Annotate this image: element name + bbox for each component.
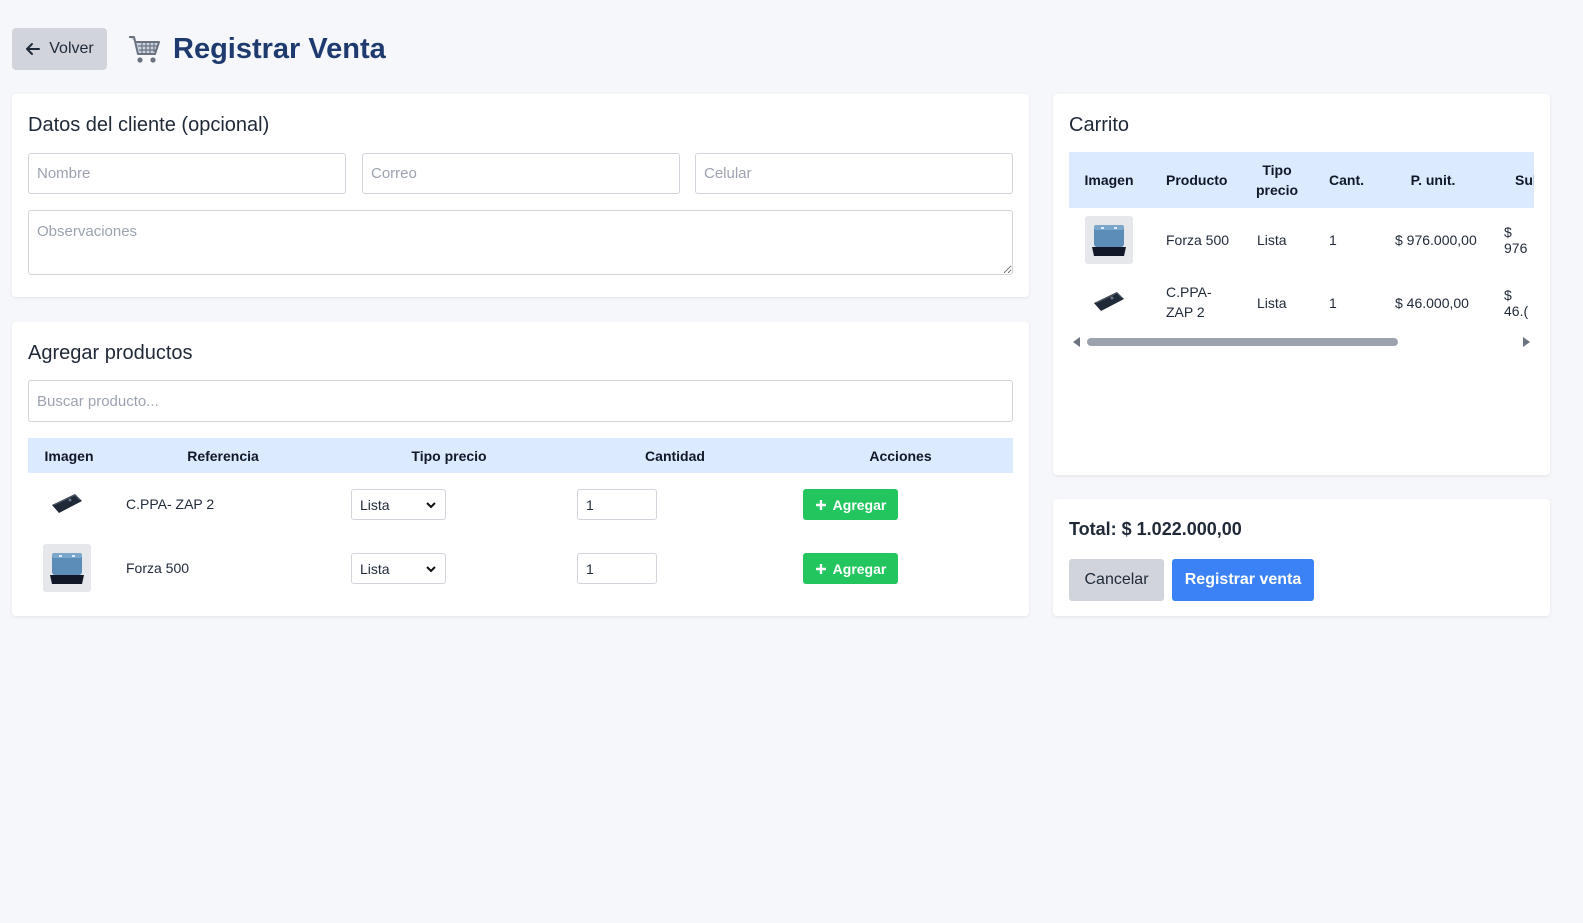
gate-motor-icon <box>50 553 84 584</box>
cart-product: C.PPA- ZAP 2 <box>1166 284 1212 320</box>
remote-control-icon <box>52 494 82 513</box>
client-card: Datos del cliente (opcional) <box>12 94 1029 297</box>
plus-icon <box>815 499 826 510</box>
price-type-select[interactable]: Lista <box>351 553 446 584</box>
page-header: Volver Registrar Venta <box>12 28 386 70</box>
column-header: Cant. <box>1329 172 1364 188</box>
cart-unit-price: $ 976.000,00 <box>1395 232 1477 248</box>
cart-qty: 1 <box>1329 295 1337 311</box>
column-header: Cantidad <box>645 447 705 464</box>
chevron-down-icon <box>426 565 436 572</box>
add-button-label: Agregar <box>832 496 887 513</box>
cart-image-remote <box>1085 278 1133 326</box>
cart-subtotal: $ 976 <box>1504 224 1528 256</box>
scroll-left-icon[interactable] <box>1073 337 1080 347</box>
cart-qty: 1 <box>1329 232 1337 248</box>
scroll-track[interactable] <box>1085 338 1518 346</box>
products-table-header: Imagen Referencia Tipo precio Cantidad A… <box>28 438 1013 473</box>
products-card-title: Agregar productos <box>28 342 193 364</box>
total-amount: Total: $ 1.022.000,00 <box>1069 519 1242 539</box>
cart-unit-price: $ 46.000,00 <box>1395 295 1469 311</box>
column-header: Imagen <box>44 447 94 464</box>
notes-textarea[interactable] <box>28 210 1013 275</box>
product-image-remote <box>43 480 91 528</box>
arrow-left-icon <box>26 43 41 55</box>
column-header: Acciones <box>869 447 932 464</box>
page-title: Registrar Venta <box>173 32 386 65</box>
shopping-cart-icon <box>129 36 160 63</box>
email-input[interactable] <box>362 153 680 194</box>
back-button[interactable]: Volver <box>12 28 107 70</box>
name-input[interactable] <box>28 153 346 194</box>
quantity-input[interactable]: 1 <box>577 553 657 584</box>
remote-control-icon <box>1094 292 1124 311</box>
add-product-button[interactable]: Agregar <box>803 553 898 584</box>
product-reference: C.PPA- ZAP 2 <box>126 496 215 512</box>
chevron-down-icon <box>426 501 436 508</box>
price-type-select[interactable]: Lista <box>351 489 446 520</box>
client-card-title: Datos del cliente (opcional) <box>28 114 270 136</box>
plus-icon <box>815 563 826 574</box>
cart-card-title: Carrito <box>1069 114 1130 136</box>
cart-table-header: Imagen Producto Tipo precio Cant. P. uni… <box>1069 152 1534 208</box>
column-header: Tipo precio <box>411 447 487 464</box>
cart-price-type: Lista <box>1257 295 1287 311</box>
product-image-motor <box>43 544 91 592</box>
add-button-label: Agregar <box>832 560 887 577</box>
column-header: Sul <box>1515 172 1534 188</box>
add-product-button[interactable]: Agregar <box>803 489 898 520</box>
cart-horizontal-scrollbar[interactable] <box>1069 334 1534 350</box>
scroll-thumb[interactable] <box>1087 338 1398 346</box>
cart-image-motor <box>1085 216 1133 264</box>
phone-input[interactable] <box>695 153 1013 194</box>
price-type-value: Lista <box>360 496 390 513</box>
products-card: Agregar productos Imagen Referencia Tipo… <box>12 322 1029 616</box>
column-header: Producto <box>1166 172 1228 188</box>
summary-card: Total: $ 1.022.000,00 Cancelar Registrar… <box>1053 499 1550 616</box>
column-header: Imagen <box>1084 172 1134 188</box>
cart-product: Forza 500 <box>1166 232 1230 248</box>
column-header: P. unit. <box>1410 172 1456 188</box>
column-header: Referencia <box>187 447 259 464</box>
quantity-input[interactable]: 1 <box>577 489 657 520</box>
product-reference: Forza 500 <box>126 560 190 576</box>
back-button-label: Volver <box>49 40 94 57</box>
cancel-button[interactable]: Cancelar <box>1069 559 1164 601</box>
column-header: Tipo precio <box>1256 162 1299 198</box>
register-sale-button[interactable]: Registrar venta <box>1172 559 1314 601</box>
price-type-value: Lista <box>360 560 390 577</box>
gate-motor-icon <box>1092 225 1126 256</box>
cart-subtotal: $ 46.( <box>1504 287 1529 319</box>
cart-table: Imagen Producto Tipo precio Cant. P. uni… <box>1069 152 1534 332</box>
cart-price-type: Lista <box>1257 232 1287 248</box>
scroll-right-icon[interactable] <box>1523 337 1530 347</box>
product-search-input[interactable] <box>28 380 1013 422</box>
